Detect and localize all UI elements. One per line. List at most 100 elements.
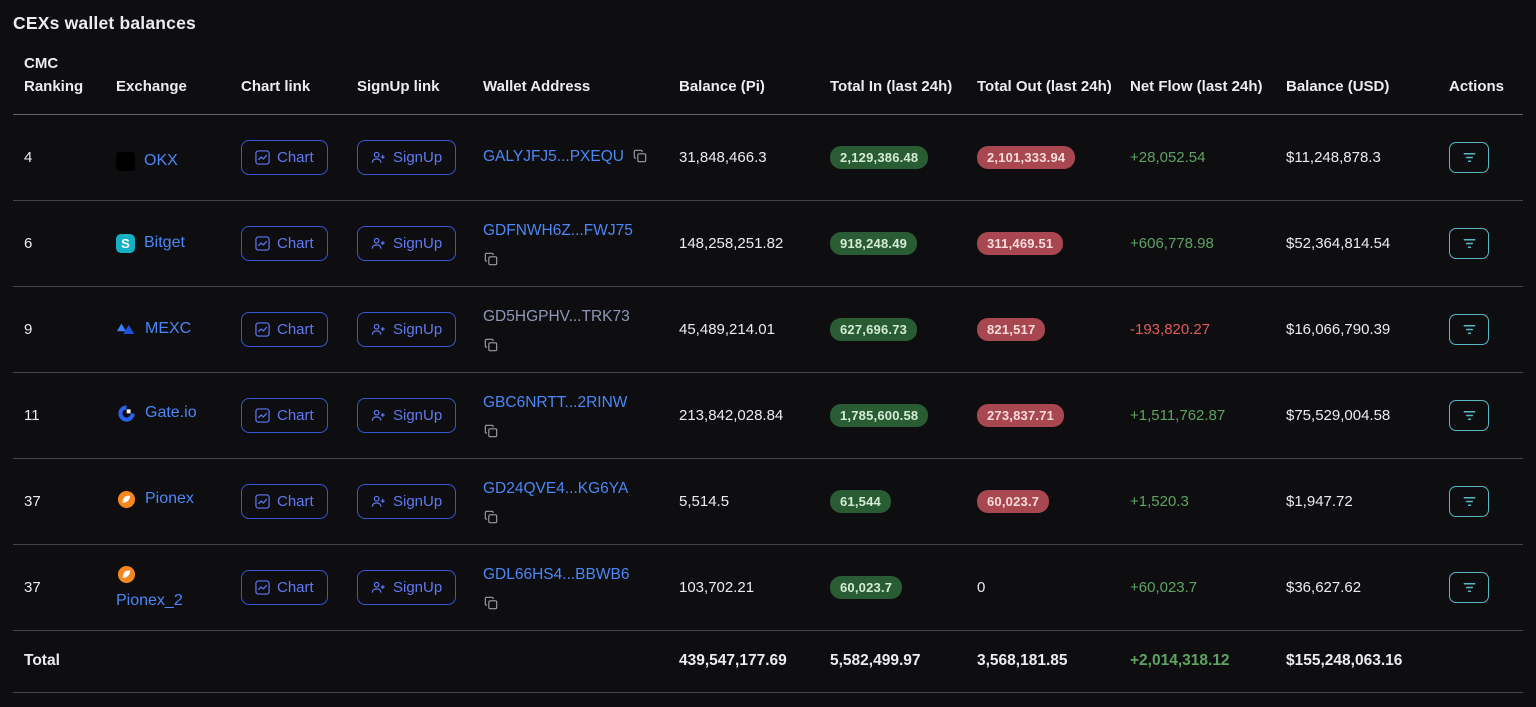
wallet-address-link[interactable]: GD5HGPHV...TRK73: [483, 308, 630, 325]
okx-icon: [116, 152, 135, 171]
total-in: 5,582,499.97: [830, 630, 977, 692]
cmc-ranking-value: 6: [13, 200, 116, 286]
net-flow-value: +1,511,762.87: [1130, 407, 1225, 424]
exchange-link[interactable]: OKX: [116, 152, 178, 171]
chart-button[interactable]: Chart: [241, 312, 328, 347]
exchange-link[interactable]: MEXC: [116, 319, 191, 339]
signup-button[interactable]: SignUp: [357, 484, 456, 519]
header-exchange: Exchange: [116, 44, 241, 114]
table-row: 4 OKX Chart SignUp: [13, 114, 1523, 200]
filter-actions-button[interactable]: [1449, 486, 1489, 517]
filter-actions-button[interactable]: [1449, 142, 1489, 173]
copy-icon[interactable]: [484, 424, 498, 438]
net-flow-value: +1,520.3: [1130, 493, 1189, 510]
balance-usd-value: $16,066,790.39: [1286, 286, 1449, 372]
exchange-name: Pionex_2: [116, 592, 183, 610]
copy-icon[interactable]: [484, 510, 498, 524]
signup-button-label: SignUp: [393, 149, 442, 166]
header-signup-link: SignUp link: [357, 44, 483, 114]
exchange-link[interactable]: Pionex_2: [116, 564, 183, 610]
balance-usd-value: $11,248,878.3: [1286, 114, 1449, 200]
signup-button[interactable]: SignUp: [357, 398, 456, 433]
total-in-badge: 918,248.49: [830, 232, 917, 255]
wallet-address-link[interactable]: GD24QVE4...KG6YA: [483, 480, 628, 497]
total-out-badge: 821,517: [977, 318, 1045, 341]
cex-balances-table: CMC Ranking Exchange Chart link SignUp l…: [13, 44, 1523, 693]
chart-button-label: Chart: [277, 235, 314, 252]
gateio-icon: [116, 403, 136, 423]
total-row: Total 439,547,177.69 5,582,499.97 3,568,…: [13, 630, 1523, 692]
filter-actions-button[interactable]: [1449, 314, 1489, 345]
chart-button[interactable]: Chart: [241, 484, 328, 519]
chart-button-label: Chart: [277, 407, 314, 424]
chart-button-label: Chart: [277, 149, 314, 166]
copy-icon[interactable]: [633, 149, 647, 163]
table-row: 9 MEXC Chart SignUp: [13, 286, 1523, 372]
wallet-address: GDL66HS4...BBWB6: [483, 564, 669, 611]
chart-button[interactable]: Chart: [241, 570, 328, 605]
wallet-address-link[interactable]: GDL66HS4...BBWB6: [483, 566, 629, 583]
exchange-link[interactable]: S Bitget: [116, 234, 185, 253]
copy-icon[interactable]: [484, 252, 498, 266]
signup-button[interactable]: SignUp: [357, 226, 456, 261]
table-row: 37 Pionex_2 Chart SignUp: [13, 544, 1523, 630]
chart-button[interactable]: Chart: [241, 226, 328, 261]
header-chart-link: Chart link: [241, 44, 357, 114]
wallet-address-link[interactable]: GBC6NRTT...2RINW: [483, 394, 627, 411]
wallet-address: GDFNWH6Z...FWJ75: [483, 220, 669, 267]
signup-button[interactable]: SignUp: [357, 312, 456, 347]
total-out: 3,568,181.85: [977, 630, 1130, 692]
total-in-badge: 627,696.73: [830, 318, 917, 341]
copy-icon[interactable]: [484, 338, 498, 352]
chart-icon: [255, 408, 270, 423]
signup-button[interactable]: SignUp: [357, 570, 456, 605]
exchange-name: Bitget: [144, 234, 185, 252]
total-out-badge: 2,101,333.94: [977, 146, 1075, 169]
chart-button-label: Chart: [277, 321, 314, 338]
signup-button-label: SignUp: [393, 321, 442, 338]
exchange-name: Gate.io: [145, 404, 197, 422]
balance-pi-value: 45,489,214.01: [679, 286, 830, 372]
balance-usd-value: $52,364,814.54: [1286, 200, 1449, 286]
balance-pi-value: 213,842,028.84: [679, 372, 830, 458]
balance-pi-value: 148,258,251.82: [679, 200, 830, 286]
exchange-name: Pionex: [145, 490, 194, 508]
filter-actions-button[interactable]: [1449, 572, 1489, 603]
header-balance-pi: Balance (Pi): [679, 44, 830, 114]
filter-icon: [1462, 408, 1477, 423]
balance-usd-value: $36,627.62: [1286, 544, 1449, 630]
wallet-address-link[interactable]: GALYJFJ5...PXEQU: [483, 148, 624, 165]
chart-button[interactable]: Chart: [241, 140, 328, 175]
pionex-icon: [116, 564, 136, 584]
filter-icon: [1462, 322, 1477, 337]
copy-icon[interactable]: [484, 596, 498, 610]
signup-button-label: SignUp: [393, 579, 442, 596]
exchange-link[interactable]: Gate.io: [116, 403, 197, 423]
filter-actions-button[interactable]: [1449, 228, 1489, 259]
pionex-icon: [116, 489, 136, 509]
signup-button-label: SignUp: [393, 235, 442, 252]
balance-pi-value: 31,848,466.3: [679, 114, 830, 200]
signup-button[interactable]: SignUp: [357, 140, 456, 175]
filter-icon: [1462, 236, 1477, 251]
balance-usd-value: $1,947.72: [1286, 458, 1449, 544]
chart-button-label: Chart: [277, 579, 314, 596]
balance-pi-value: 5,514.5: [679, 458, 830, 544]
header-cmc-ranking: CMC Ranking: [13, 44, 116, 114]
cmc-ranking-value: 37: [13, 458, 116, 544]
total-out-badge: 311,469.51: [977, 232, 1063, 255]
net-flow-value: +606,778.98: [1130, 235, 1214, 252]
filter-icon: [1462, 580, 1477, 595]
net-flow-value: -193,820.27: [1130, 321, 1210, 338]
wallet-address: GALYJFJ5...PXEQU: [483, 146, 669, 168]
wallet-address: GD5HGPHV...TRK73: [483, 306, 669, 353]
total-out-badge: 0: [977, 579, 985, 596]
wallet-address-link[interactable]: GDFNWH6Z...FWJ75: [483, 222, 633, 239]
balance-pi-value: 103,702.21: [679, 544, 830, 630]
filter-actions-button[interactable]: [1449, 400, 1489, 431]
chart-icon: [255, 322, 270, 337]
person-add-icon: [371, 322, 386, 337]
chart-button[interactable]: Chart: [241, 398, 328, 433]
exchange-link[interactable]: Pionex: [116, 489, 194, 509]
person-add-icon: [371, 580, 386, 595]
